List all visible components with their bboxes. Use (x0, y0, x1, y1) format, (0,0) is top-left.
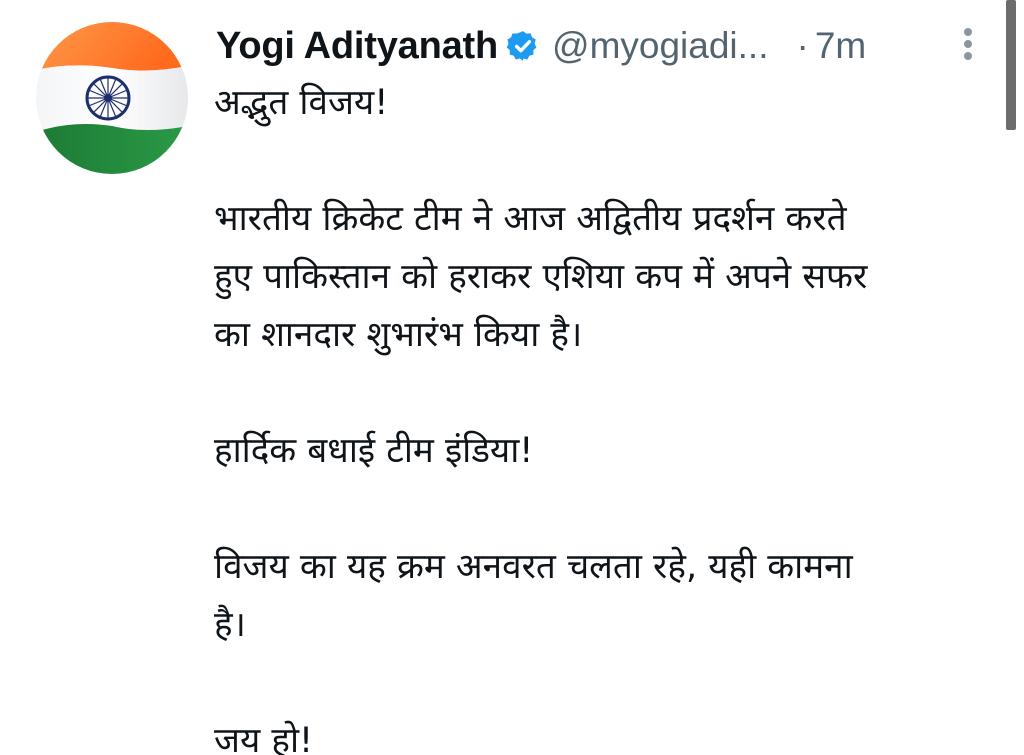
tweet-text: अद्भुत विजय! भारतीय क्रिकेट टीम ने आज अद… (214, 74, 1004, 755)
user-handle[interactable]: @myogiadi... (552, 25, 768, 67)
tweet-paragraph: भारतीय क्रिकेट टीम ने आज अद्वितीय प्रदर्… (214, 199, 868, 355)
tweet-paragraph: हार्दिक बधाई टीम इंडिया! (214, 431, 534, 471)
display-name[interactable]: Yogi Adityanath (216, 25, 498, 68)
tweet-header: Yogi Adityanath @myogiadi... · 7m (216, 16, 986, 76)
tweet-paragraph: अद्भुत विजय! (214, 83, 389, 123)
timestamp[interactable]: 7m (815, 25, 866, 67)
tweet-paragraph: जय हो! (214, 721, 314, 755)
scrollbar[interactable] (1006, 0, 1016, 130)
tweet-paragraph: विजय का यह क्रम अनवरत चलता रहे, यही कामन… (214, 547, 853, 645)
india-flag-icon (36, 22, 188, 174)
avatar[interactable] (36, 22, 188, 174)
more-vertical-icon[interactable] (958, 24, 978, 64)
separator-dot: · (796, 25, 809, 66)
tweet[interactable]: Yogi Adityanath @myogiadi... · 7m अद्भुत… (0, 0, 1024, 755)
verified-badge-icon (506, 29, 540, 63)
